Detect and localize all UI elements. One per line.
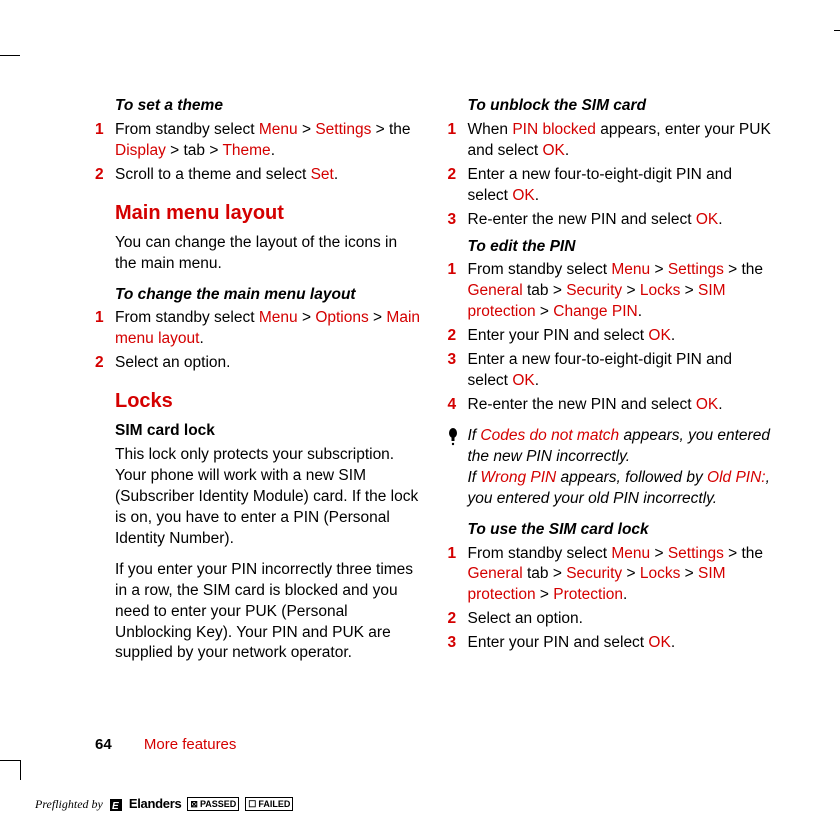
svg-text:E: E — [112, 801, 119, 812]
preflight-label: Preflighted by — [35, 796, 103, 812]
step-item: 1From standby select Menu > Settings > t… — [448, 260, 776, 323]
subhead-unblock-sim: To unblock the SIM card — [468, 96, 776, 117]
step-item: 1From standby select Menu > Settings > t… — [448, 544, 776, 607]
steps-change-layout: 1From standby select Menu > Options > Ma… — [95, 308, 423, 374]
steps-use-lock: 1From standby select Menu > Settings > t… — [448, 544, 776, 655]
subheading-sim-lock: SIM card lock — [115, 421, 423, 442]
note-block: If Codes do not match appears, you enter… — [448, 426, 776, 510]
elanders-logo-icon: E — [109, 796, 123, 812]
left-column: To set a theme 1From standby select Menu… — [95, 90, 423, 674]
section-name: More features — [144, 736, 237, 753]
step-item: 3Enter a new four-to-eight-digit PIN and… — [448, 350, 776, 392]
body-text: If you enter your PIN incorrectly three … — [115, 560, 423, 665]
step-item: 2Enter a new four-to-eight-digit PIN and… — [448, 165, 776, 207]
step-item: 3Re-enter the new PIN and select OK. — [448, 210, 776, 231]
step-item: 2Select an option. — [448, 609, 776, 630]
step-item: 1From standby select Menu > Settings > t… — [95, 120, 423, 162]
failed-badge: ☐ FAILED — [245, 797, 293, 811]
subhead-edit-pin: To edit the PIN — [468, 237, 776, 258]
steps-edit-pin: 1From standby select Menu > Settings > t… — [448, 260, 776, 415]
body-text: You can change the layout of the icons i… — [115, 233, 423, 275]
right-column: To unblock the SIM card 1When PIN blocke… — [448, 90, 776, 674]
page-content: To set a theme 1From standby select Menu… — [95, 90, 775, 674]
brand-name: Elanders — [129, 795, 182, 813]
step-item: 2Enter your PIN and select OK. — [448, 326, 776, 347]
step-item: 2Select an option. — [95, 353, 423, 374]
preflight-bar: Preflighted by E Elanders ⊠ PASSED ☐ FAI… — [35, 795, 293, 813]
heading-locks: Locks — [115, 388, 423, 415]
step-item: 3Enter your PIN and select OK. — [448, 633, 776, 654]
step-item: 4Re-enter the new PIN and select OK. — [448, 395, 776, 416]
body-text: This lock only protects your subscriptio… — [115, 445, 423, 550]
passed-badge: ⊠ PASSED — [187, 797, 239, 811]
steps-set-theme: 1From standby select Menu > Settings > t… — [95, 120, 423, 186]
subhead-set-theme: To set a theme — [115, 96, 423, 117]
step-item: 1From standby select Menu > Options > Ma… — [95, 308, 423, 350]
page-footer: 64 More features — [95, 735, 236, 755]
info-icon — [448, 428, 458, 453]
subhead-change-layout: To change the main menu layout — [115, 285, 423, 306]
step-item: 1When PIN blocked appears, enter your PU… — [448, 120, 776, 162]
step-item: 2Scroll to a theme and select Set. — [95, 165, 423, 186]
subhead-use-sim-lock: To use the SIM card lock — [468, 520, 776, 541]
heading-main-menu-layout: Main menu layout — [115, 200, 423, 227]
page-number: 64 — [95, 736, 112, 753]
steps-unblock: 1When PIN blocked appears, enter your PU… — [448, 120, 776, 231]
